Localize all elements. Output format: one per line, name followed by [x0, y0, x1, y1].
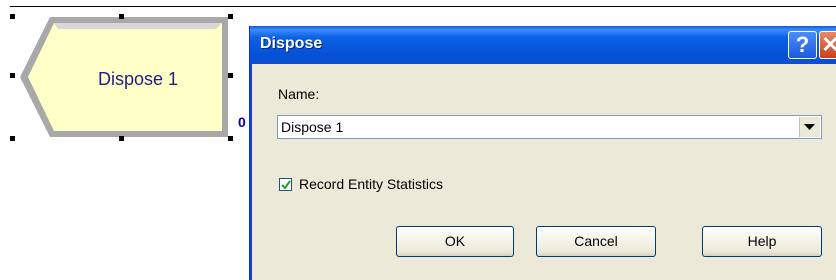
chevron-down-icon: [804, 124, 815, 130]
dispose-dialog: Dispose ? ✕ Name: Dispose 1 Record Entit…: [249, 26, 836, 280]
selection-handle[interactable]: [10, 136, 15, 141]
dispose-module-label: Dispose 1: [97, 69, 179, 89]
dialog-titlebar[interactable]: Dispose ? ✕: [250, 26, 836, 64]
name-combobox[interactable]: Dispose 1: [277, 115, 822, 139]
dialog-title: Dispose: [260, 35, 323, 52]
record-entity-statistics-checkbox[interactable]: [279, 178, 292, 191]
selection-handle[interactable]: [119, 136, 124, 141]
help-button[interactable]: Help: [702, 226, 822, 257]
cancel-button[interactable]: Cancel: [536, 226, 656, 257]
record-entity-statistics-label[interactable]: Record Entity Statistics: [299, 176, 443, 192]
selection-handle[interactable]: [228, 14, 233, 19]
canvas-edge-line: [10, 6, 836, 7]
selection-handle[interactable]: [10, 14, 15, 19]
ok-button[interactable]: OK: [396, 226, 514, 257]
checkmark-icon: [281, 180, 291, 190]
selection-handle[interactable]: [228, 136, 233, 141]
selection-handle[interactable]: [119, 14, 124, 19]
name-label: Name:: [278, 86, 320, 102]
entity-counter: 0: [238, 114, 246, 130]
name-value[interactable]: Dispose 1: [281, 119, 343, 135]
dispose-module[interactable]: Dispose 1: [20, 17, 234, 139]
selection-handle[interactable]: [10, 73, 15, 78]
close-icon[interactable]: ✕: [819, 31, 836, 59]
dropdown-arrow-button[interactable]: [799, 117, 820, 137]
help-icon[interactable]: ?: [788, 31, 817, 59]
selection-handle[interactable]: [228, 73, 233, 78]
